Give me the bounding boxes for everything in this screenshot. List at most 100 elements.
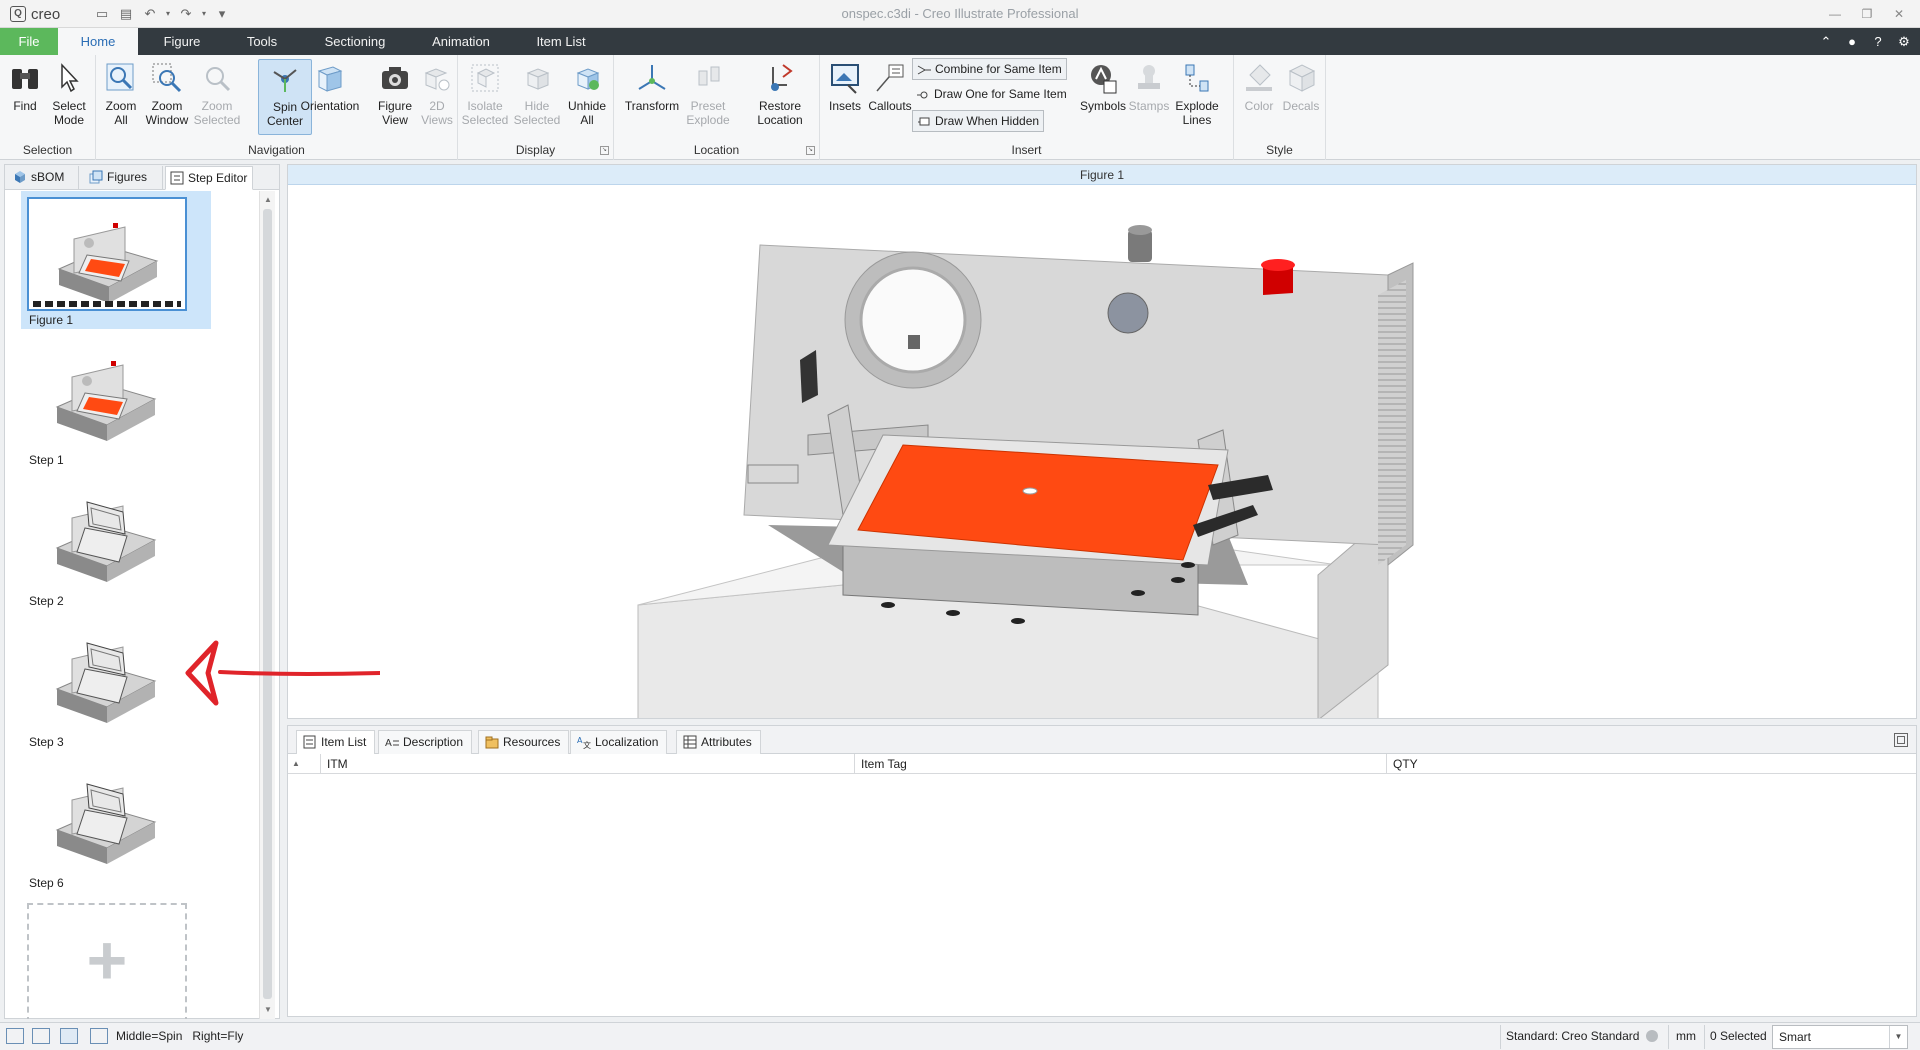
units-label[interactable]: mm [1676, 1029, 1696, 1043]
scroll-up-icon[interactable]: ▲ [262, 193, 274, 207]
undo-icon[interactable]: ↶ [140, 4, 160, 24]
step-editor-icon [170, 171, 184, 185]
zoom-selected-icon [206, 67, 231, 92]
collapse-ribbon-icon[interactable]: ⌃ [1818, 31, 1834, 53]
isolate-selected-button[interactable]: Isolate Selected [460, 59, 510, 135]
3d-model-view[interactable] [288, 185, 1917, 719]
settings-gear-icon[interactable]: ⚙ [1896, 31, 1912, 53]
hide-selected-button[interactable]: Hide Selected [512, 59, 562, 135]
tab-file[interactable]: File [0, 28, 58, 55]
zoom-all-button[interactable]: Zoom All [96, 59, 146, 135]
tab-attributes[interactable]: Attributes [676, 730, 761, 754]
layout-split-icon[interactable] [32, 1028, 50, 1044]
undo-dropdown-icon[interactable]: ▾ [164, 4, 172, 24]
redo-dropdown-icon[interactable]: ▾ [200, 4, 208, 24]
3d-viewport[interactable]: Figure 1 [287, 164, 1917, 719]
stamps-button[interactable]: Stamps [1124, 59, 1174, 135]
draw-hidden-icon [918, 117, 930, 126]
redo-icon[interactable]: ↷ [176, 4, 196, 24]
restore-icon[interactable]: ❐ [1854, 3, 1880, 25]
tab-resources[interactable]: Resources [478, 730, 570, 754]
find-button[interactable]: Find [0, 59, 50, 135]
minimize-icon[interactable]: — [1822, 3, 1848, 25]
step-label: Step 2 [29, 594, 64, 608]
combine-for-same-item-button[interactable]: Combine for Same Item [912, 58, 1067, 80]
transform-button[interactable]: Transform [624, 59, 680, 135]
attributes-icon [683, 735, 697, 749]
insets-button[interactable]: Insets [820, 59, 870, 135]
group-label: Style [1266, 143, 1293, 157]
tab-tools[interactable]: Tools [226, 28, 298, 55]
window-controls: — ❐ ✕ [1822, 3, 1912, 25]
tab-item-list[interactable]: Item List [524, 28, 598, 55]
layout-bottom-icon[interactable] [60, 1028, 78, 1044]
open-folder-icon[interactable]: ▤ [116, 4, 136, 24]
restore-location-button[interactable]: Restore Location [748, 59, 812, 135]
symbols-button[interactable]: Symbols [1078, 59, 1128, 135]
standard-label[interactable]: Standard: Creo Standard [1506, 1029, 1639, 1043]
paint-bucket-icon [1246, 64, 1272, 91]
2d-views-button[interactable]: 2D Views [412, 59, 462, 135]
group-style: Color Decals Style [1234, 55, 1326, 160]
item-list-header: ▲ ITM Item Tag QTY [288, 754, 1916, 774]
callouts-button[interactable]: Callouts [864, 59, 916, 135]
group-label: Insert [1011, 143, 1042, 157]
step-item[interactable]: Step 1 [21, 331, 211, 469]
scroll-down-icon[interactable]: ▼ [262, 1003, 274, 1017]
decals-button[interactable]: Decals [1276, 59, 1326, 135]
step-label: Step 3 [29, 735, 64, 749]
explode-lines-button[interactable]: Explode Lines [1172, 59, 1222, 135]
tab-sbom[interactable]: sBOM [9, 166, 79, 190]
tab-home[interactable]: Home [58, 28, 138, 55]
title-bar: Q creo ▭ ▤ ↶ ▾ ↷ ▾ ▾ onspec.c3di - Creo … [0, 0, 1920, 28]
tab-item-list-panel[interactable]: Item List [296, 730, 376, 754]
tab-figures[interactable]: Figures [85, 166, 163, 190]
layout-single-icon[interactable] [6, 1028, 24, 1044]
step-list-scrollbar[interactable]: ▲ ▼ [259, 191, 275, 1019]
add-step-button[interactable]: + [27, 903, 187, 1019]
draw-one-for-same-item-button[interactable]: Draw One for Same Item [912, 84, 1071, 106]
zoom-selected-button[interactable]: Zoom Selected [192, 59, 242, 135]
close-icon[interactable]: ✕ [1886, 3, 1912, 25]
unhide-all-button[interactable]: Unhide All [562, 59, 612, 135]
tab-sectioning[interactable]: Sectioning [310, 28, 400, 55]
tab-animation[interactable]: Animation [418, 28, 504, 55]
localization-icon: A文 [577, 736, 591, 749]
column-itm[interactable]: ITM [320, 754, 854, 774]
orientation-button[interactable]: Orientation [298, 59, 362, 135]
select-mode-button[interactable]: Select Mode [44, 59, 94, 135]
zoom-window-button[interactable]: Zoom Window [142, 59, 192, 135]
plus-icon: + [86, 921, 128, 999]
customize-toolbar-icon[interactable]: ▾ [212, 4, 232, 24]
selection-filter-dropdown[interactable]: Smart ▼ [1772, 1025, 1908, 1049]
scrollbar-thumb[interactable] [263, 209, 272, 999]
hide-icon [526, 68, 550, 90]
group-display: Isolate Selected Hide Selected Unhide Al… [458, 55, 614, 160]
column-qty[interactable]: QTY [1386, 754, 1916, 774]
help-icon[interactable]: ? [1870, 31, 1886, 53]
step-item[interactable]: Step 2 [21, 472, 211, 610]
step-item-selected[interactable]: Figure 1 [21, 191, 211, 329]
item-list-icon [303, 735, 316, 749]
maximize-panel-icon[interactable] [1894, 733, 1908, 747]
draw-one-icon [917, 91, 928, 99]
step-item[interactable]: Step 6 [21, 754, 211, 892]
chevron-down-icon: ▼ [1889, 1026, 1907, 1048]
new-icon[interactable]: ▭ [92, 4, 112, 24]
tab-description[interactable]: A Description [378, 730, 473, 754]
tab-localization[interactable]: A 文 Localization [570, 730, 668, 754]
step-thumbnail [27, 478, 187, 592]
preset-explode-button[interactable]: Preset Explode [680, 59, 736, 135]
column-item-tag[interactable]: Item Tag [854, 754, 1386, 774]
window-title: onspec.c3di - Creo Illustrate Profession… [841, 6, 1079, 21]
user-icon[interactable]: ● [1844, 31, 1860, 53]
2d-views-icon [424, 68, 450, 91]
layout-full-icon[interactable] [90, 1028, 108, 1044]
sort-icon[interactable]: ▲ [292, 754, 300, 774]
tab-figure[interactable]: Figure [144, 28, 220, 55]
explode-icon [698, 66, 720, 86]
decal-icon [1288, 64, 1316, 92]
draw-when-hidden-button[interactable]: Draw When Hidden [912, 110, 1045, 132]
tab-step-editor[interactable]: Step Editor [165, 166, 253, 190]
camera-icon [382, 67, 408, 89]
